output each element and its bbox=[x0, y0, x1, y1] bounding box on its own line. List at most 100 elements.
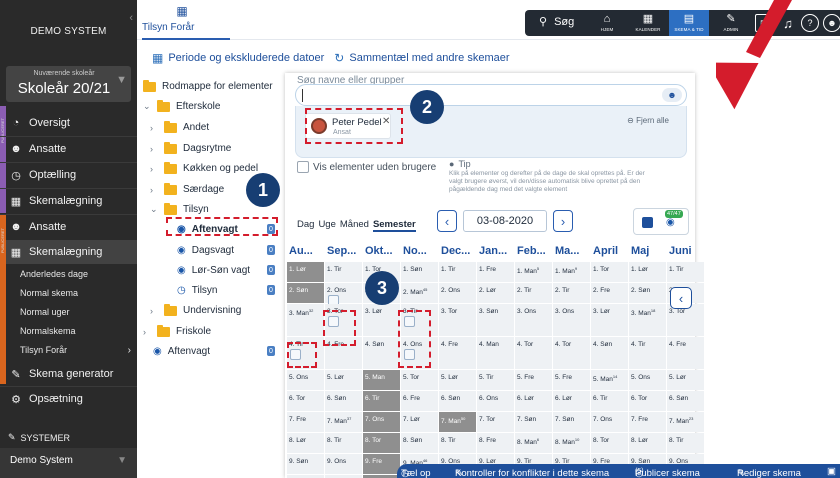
calendar-day-cell[interactable]: 2. Lør bbox=[477, 283, 514, 303]
view-semester[interactable]: Semester bbox=[372, 219, 416, 232]
calendar-day-cell[interactable]: 5. Fre bbox=[553, 370, 590, 390]
calendar-day-cell[interactable]: 6. Tor bbox=[629, 391, 666, 411]
nav-item-ansatte-2[interactable]: ☻ Ansatte bbox=[10, 216, 137, 238]
calendar-day-cell[interactable]: 3. Ons bbox=[553, 304, 590, 336]
tree-dagsvagt[interactable]: ◉ Dagsvagt bbox=[177, 245, 234, 256]
calendar-day-cell[interactable]: 7. Man37 bbox=[325, 412, 362, 432]
calendar-day-cell[interactable]: 5. Ons bbox=[287, 370, 324, 390]
tree-kokken[interactable]: › Køkken og pedel bbox=[150, 161, 258, 174]
nav-item-opsaetning[interactable]: ⚙ Opsætning bbox=[10, 388, 137, 410]
calendar-day-cell[interactable]: 1. Tor bbox=[591, 262, 628, 282]
calendar-day-cell[interactable]: 8. Tir bbox=[439, 433, 476, 453]
calendar-day-cell[interactable]: 4. Fre bbox=[439, 337, 476, 369]
user-icon[interactable]: ☻ bbox=[662, 88, 682, 102]
calendar-day-cell[interactable]: 7. Ons bbox=[591, 412, 628, 432]
calendar-day-cell[interactable]: 5. Tor bbox=[401, 370, 438, 390]
calendar-day-cell[interactable]: 2. Ons bbox=[439, 283, 476, 303]
nav-sub-normal-uger[interactable]: Normal uger bbox=[20, 304, 137, 320]
calendar-day-cell[interactable]: 7. Søn bbox=[553, 412, 590, 432]
checkbox[interactable] bbox=[297, 161, 309, 173]
period-button[interactable]: ▦ Periode og ekskluderede datoer bbox=[152, 51, 324, 65]
search-button[interactable]: ⚲ Søg bbox=[539, 15, 574, 29]
calendar-day-cell[interactable]: 8. Tor bbox=[363, 433, 400, 453]
calendar-day-cell[interactable]: 4. Søn bbox=[363, 337, 400, 369]
calendar-day-cell[interactable]: 5. Man bbox=[363, 370, 400, 390]
no-users-checkbox[interactable]: Vis elementer uden brugere bbox=[297, 161, 436, 173]
calendar-day-cell[interactable]: 6. Lør bbox=[553, 391, 590, 411]
system-selector[interactable]: Demo System ▼ bbox=[0, 448, 137, 478]
nav-item-optaelling[interactable]: ◷ Optælling bbox=[10, 164, 137, 186]
view-month[interactable]: Måned bbox=[340, 219, 369, 232]
calendar-day-cell[interactable]: 3. Ons bbox=[515, 304, 552, 336]
calendar-day-cell[interactable]: 8. Man10 bbox=[553, 433, 590, 453]
calendar-day-cell[interactable]: 1. Søn bbox=[401, 262, 438, 282]
date-value[interactable]: 03-08-2020 bbox=[463, 210, 547, 232]
calendar-day-cell[interactable]: 5. Fre bbox=[515, 370, 552, 390]
calendar-day-cell[interactable]: 5. Ons bbox=[629, 370, 666, 390]
calendar-day-cell[interactable]: 7. Fre bbox=[629, 412, 666, 432]
tree-efterskole[interactable]: ⌄ Efterskole bbox=[143, 99, 220, 112]
legend-toggle[interactable]: ◉ 47/47 bbox=[633, 208, 689, 235]
nav-item-skema-generator[interactable]: ✎ Skema generator bbox=[10, 363, 137, 385]
calendar-day-cell[interactable]: 6. Tor bbox=[287, 391, 324, 411]
calendar-day-cell[interactable]: 1. Fre bbox=[477, 262, 514, 282]
nav-sub-anderledes-dage[interactable]: Anderledes dage bbox=[20, 266, 137, 282]
calendar-day-cell[interactable]: 9. Søn bbox=[287, 454, 324, 474]
calendar-day-cell[interactable]: 3. Lør bbox=[363, 304, 400, 336]
calendar-day-cell[interactable]: 3. Lør bbox=[591, 304, 628, 336]
calendar-day-cell[interactable]: 3. Man18 bbox=[629, 304, 666, 336]
calendar-day-cell[interactable]: 4. Tor bbox=[553, 337, 590, 369]
calendar-day-cell[interactable]: 8. Tor bbox=[591, 433, 628, 453]
calendar-day-cell[interactable]: 7. Fre bbox=[287, 412, 324, 432]
tree-dagsrytme[interactable]: › Dagsrytme bbox=[150, 141, 231, 154]
calendar-day-cell[interactable]: 1. Man5 bbox=[515, 262, 552, 282]
calendar-day-cell[interactable]: 1. Lør bbox=[629, 262, 666, 282]
calendar-day-cell[interactable]: 6. Tir bbox=[591, 391, 628, 411]
calendar-day-cell[interactable]: 1. Lør bbox=[287, 262, 324, 282]
calendar-day-cell[interactable]: 4. Fre bbox=[667, 337, 704, 369]
tree-friskole[interactable]: › Friskole bbox=[143, 324, 211, 337]
calendar-day-cell[interactable]: 8. Lør bbox=[629, 433, 666, 453]
calendar-day-cell[interactable]: 8. Tir bbox=[325, 433, 362, 453]
calendar-day-cell[interactable]: 8. Man6 bbox=[515, 433, 552, 453]
tree-root[interactable]: Rodmappe for elementer bbox=[143, 79, 273, 92]
tree-tilsyn[interactable]: ⌄ Tilsyn bbox=[150, 202, 209, 215]
view-day[interactable]: Dag bbox=[297, 219, 314, 232]
calendar-day-cell[interactable]: 1. Tir bbox=[667, 262, 704, 282]
calendar-day-cell[interactable]: 3. Man32 bbox=[287, 304, 324, 336]
calendar-day-cell[interactable]: 1. Tir bbox=[325, 262, 362, 282]
calendar-day-cell[interactable]: 2. Fre bbox=[591, 283, 628, 303]
calendar-day-cell[interactable]: 5. Lør bbox=[325, 370, 362, 390]
calendar-day-cell[interactable]: 8. Tir bbox=[667, 433, 704, 453]
tree-tilsyn-item[interactable]: ◷ Tilsyn bbox=[177, 285, 217, 296]
calendar-day-cell[interactable]: 1. Tir bbox=[439, 262, 476, 282]
calendar-day-cell[interactable]: 7. Man23 bbox=[667, 412, 704, 432]
combine-button[interactable]: ↻ Sammentæl med andre skemaer bbox=[334, 51, 509, 65]
calendar-day-cell[interactable]: 6. Søn bbox=[667, 391, 704, 411]
tree-andet[interactable]: › Andet bbox=[150, 120, 209, 133]
home-button[interactable]: ⌂ HJEM bbox=[589, 10, 625, 36]
nav-item-oversigt[interactable]: ◔ Oversigt bbox=[10, 112, 137, 134]
calendar-day-cell[interactable]: 2. Tir bbox=[515, 283, 552, 303]
calendar-day-cell[interactable]: 4. Tir bbox=[629, 337, 666, 369]
calendar-day-cell[interactable]: 5. Lør bbox=[667, 370, 704, 390]
calendar-day-cell[interactable]: 7. Søn bbox=[515, 412, 552, 432]
calendar-day-cell[interactable]: 9. Ons bbox=[325, 454, 362, 474]
calendar-day-cell[interactable]: 4. Søn bbox=[591, 337, 628, 369]
nav-sub-normalskema[interactable]: Normalskema bbox=[20, 323, 137, 339]
calendar-day-cell[interactable]: 6. Lør bbox=[515, 391, 552, 411]
nav-sub-tilsyn-foraar[interactable]: Tilsyn Forår › bbox=[20, 342, 137, 358]
view-week[interactable]: Uge bbox=[318, 219, 335, 232]
collapse-nav-icon[interactable]: ‹ bbox=[129, 12, 133, 24]
calendar-day-cell[interactable]: 2. Ons bbox=[325, 283, 362, 306]
calendar-day-cell[interactable]: 4. Man bbox=[477, 337, 514, 369]
calendar-day-cell[interactable]: 8. Fre bbox=[477, 433, 514, 453]
calendar-day-cell[interactable]: 5. Lør bbox=[439, 370, 476, 390]
calendar-day-cell[interactable]: 5. Man14 bbox=[591, 370, 628, 390]
print-icon[interactable]: ▣ bbox=[827, 466, 836, 477]
calendar-day-cell[interactable]: 3. Søn bbox=[477, 304, 514, 336]
calendar-day-cell[interactable]: 8. Søn bbox=[401, 433, 438, 453]
calendar-day-cell[interactable]: 6. Fre bbox=[401, 391, 438, 411]
next-arrow-icon[interactable]: › bbox=[553, 210, 573, 232]
calendar-day-cell[interactable]: 2. Søn bbox=[287, 283, 324, 303]
